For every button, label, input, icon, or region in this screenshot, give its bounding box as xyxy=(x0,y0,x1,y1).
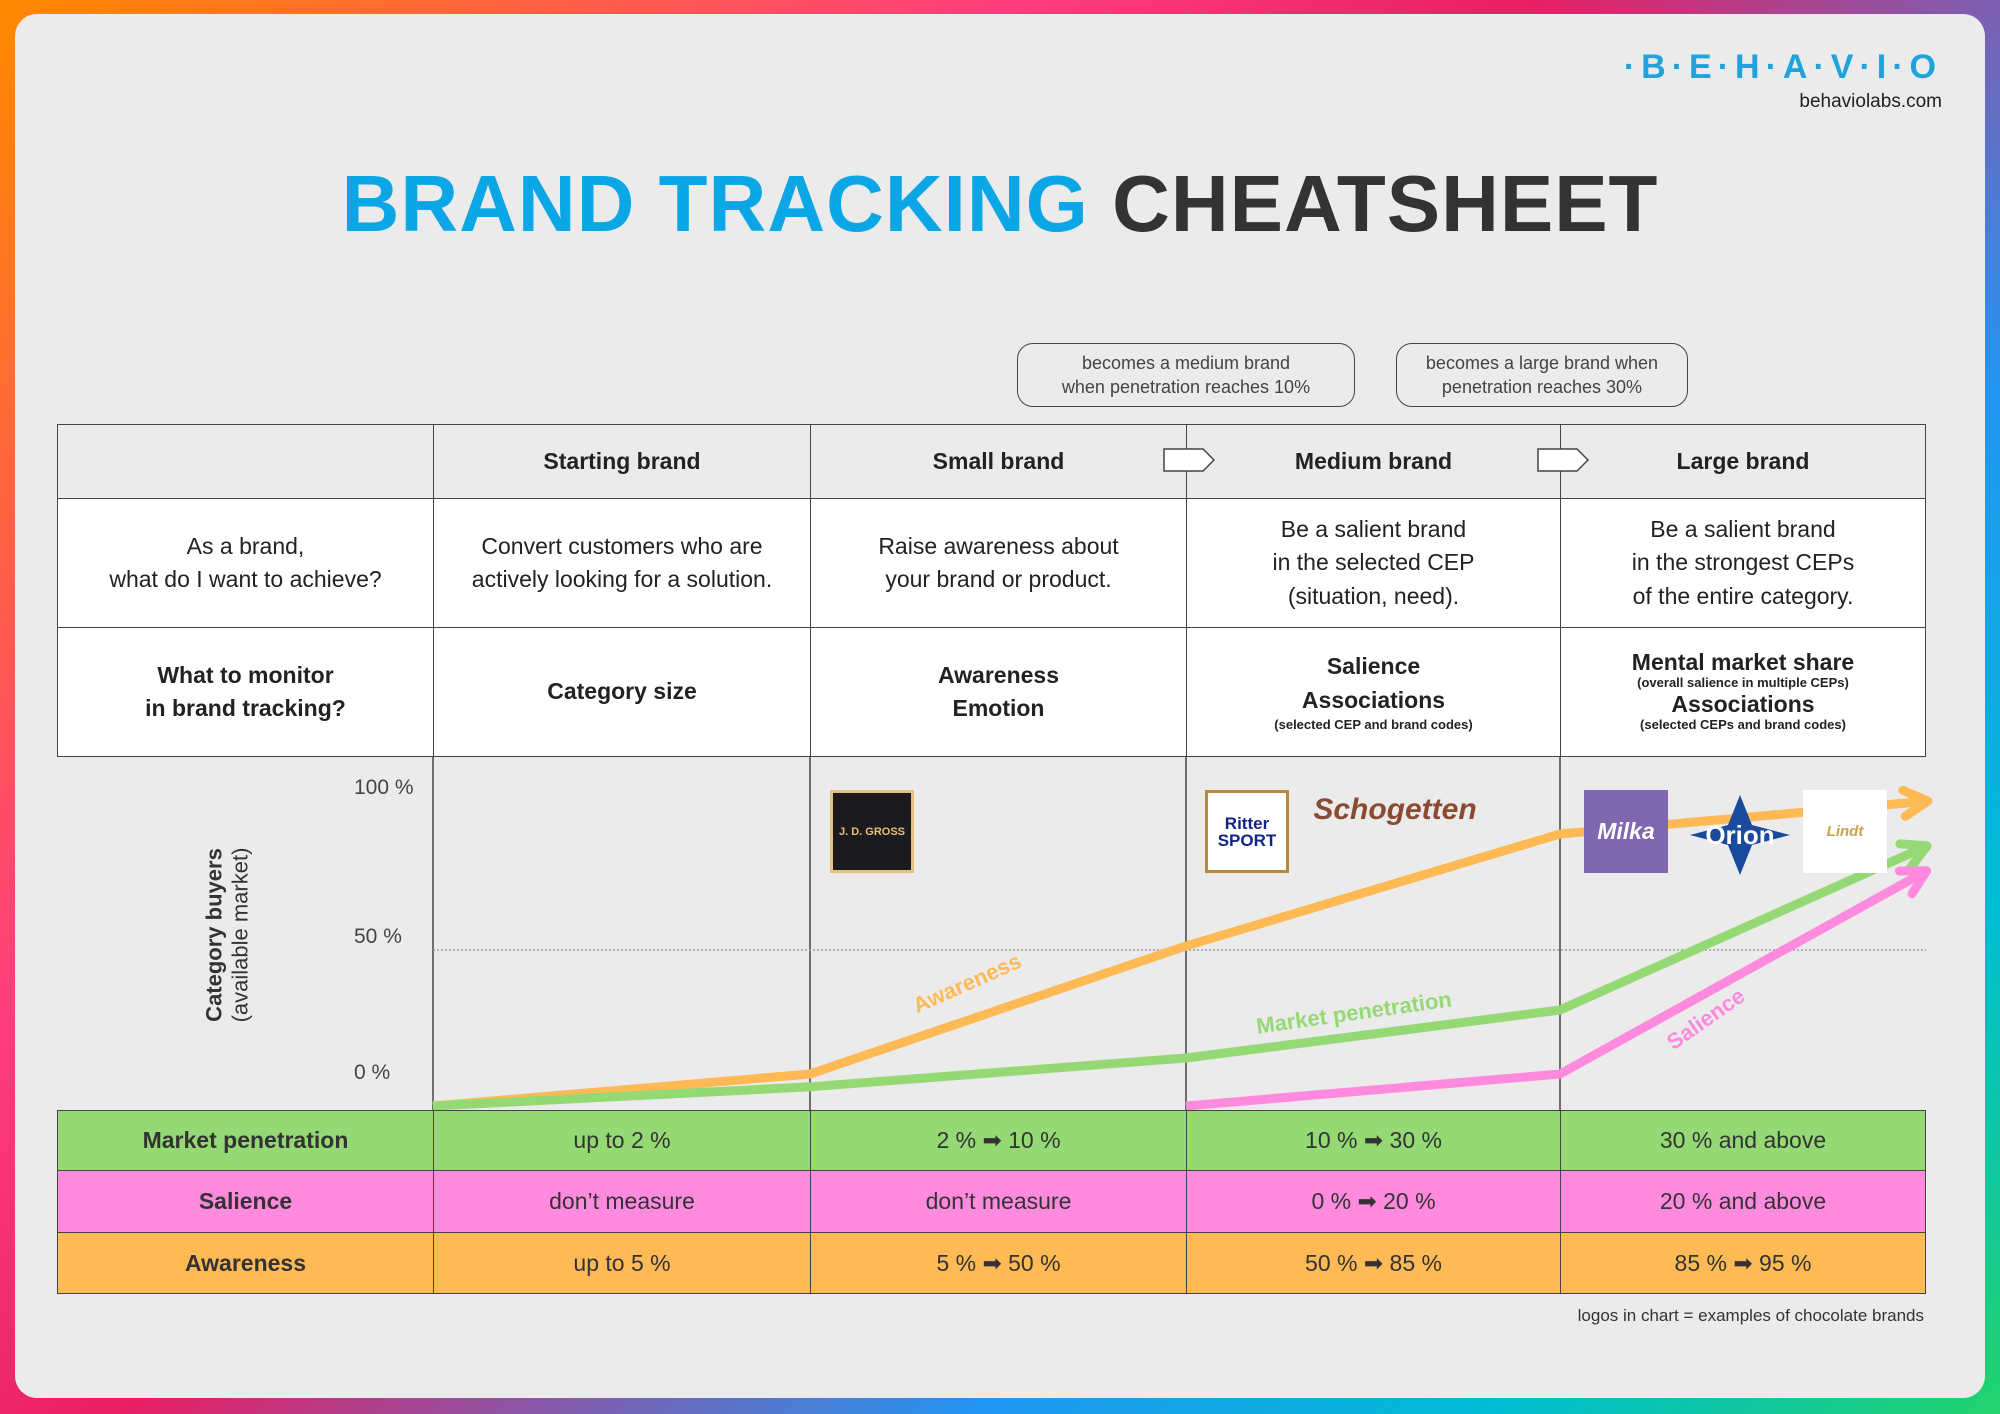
text: Orion xyxy=(1705,819,1775,850)
metric-label: Awareness xyxy=(57,1232,434,1294)
metric-value: 85 % ➡ 95 % xyxy=(1560,1232,1926,1294)
logo-jd-gross: J. D. GROSS xyxy=(830,790,914,873)
metric-value: 30 % and above xyxy=(1560,1110,1926,1171)
logo-schogetten: Schogetten xyxy=(1313,793,1477,826)
metric-value: 2 % ➡ 10 % xyxy=(810,1110,1187,1171)
logo-ritter-sport: Ritter SPORT xyxy=(1205,790,1289,873)
metric-value: don’t measure xyxy=(433,1170,811,1233)
metric-value: 20 % and above xyxy=(1560,1170,1926,1233)
footer-note: logos in chart = examples of chocolate b… xyxy=(1577,1306,1924,1325)
logo-milka: Milka xyxy=(1584,790,1668,873)
metric-value: 50 % ➡ 85 % xyxy=(1186,1232,1561,1294)
logo-orion: Orion xyxy=(1690,795,1790,875)
metric-label: Salience xyxy=(57,1170,434,1233)
metric-value: don’t measure xyxy=(810,1170,1187,1233)
metric-value: 5 % ➡ 50 % xyxy=(810,1232,1187,1294)
logo-lindt: Lindt xyxy=(1803,790,1887,873)
metric-value: 0 % ➡ 20 % xyxy=(1186,1170,1561,1233)
metric-value: up to 5 % xyxy=(433,1232,811,1294)
series-line-market-penetration xyxy=(432,845,1920,1111)
metric-value: up to 2 % xyxy=(433,1110,811,1171)
metric-label: Market penetration xyxy=(57,1110,434,1171)
metric-value: 10 % ➡ 30 % xyxy=(1186,1110,1561,1171)
